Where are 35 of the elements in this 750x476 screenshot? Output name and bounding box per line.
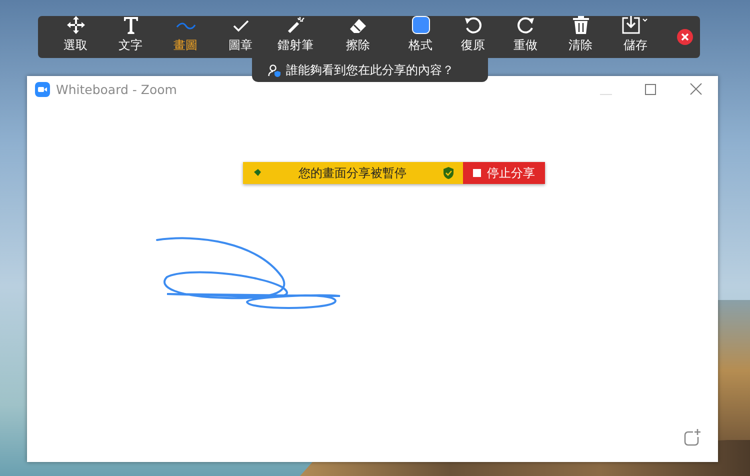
wave-line-icon	[176, 22, 196, 30]
tool-button[interactable]: 選取	[48, 17, 103, 57]
camera-logo-icon	[35, 82, 50, 96]
tool-button[interactable]: 復原	[448, 17, 498, 57]
tool-button[interactable]: 儲存	[608, 17, 663, 57]
close-button[interactable]	[677, 29, 693, 45]
person-shield-icon	[268, 64, 281, 76]
close-icon	[681, 33, 689, 41]
minimize-icon	[600, 94, 612, 95]
tool-button[interactable]: 圖章	[213, 17, 268, 57]
new-page-icon[interactable]	[684, 429, 701, 446]
stop-share-button[interactable]: 停止分享	[463, 162, 545, 184]
checkmark-icon	[232, 20, 248, 32]
close-icon	[690, 83, 702, 95]
download-tray-icon	[622, 16, 650, 34]
tool-button[interactable]: 格式	[393, 17, 448, 57]
shield-check-icon	[443, 167, 454, 179]
whiteboard-canvas[interactable]: 您的畫面分享被暫停 停止分享	[27, 102, 718, 462]
tool-button[interactable]: 鐳射筆	[268, 17, 323, 57]
banner-message: 您的畫面分享被暫停	[298, 164, 406, 182]
magic-wand-icon	[286, 16, 304, 34]
pin-icon	[252, 168, 262, 178]
redo-icon	[516, 16, 534, 34]
tool-button[interactable]: 清除	[553, 17, 608, 57]
maximize-icon	[645, 84, 656, 94]
stop-square-icon	[473, 169, 481, 177]
window-title: Whiteboard - Zoom	[56, 82, 177, 96]
tool-button[interactable]: 文字	[103, 17, 158, 57]
tool-button[interactable]: 畫圖	[158, 17, 213, 57]
square-swatch-icon	[412, 16, 430, 34]
undo-icon	[464, 16, 482, 34]
tool-button[interactable]: 擦除	[323, 17, 393, 57]
move-arrows-icon	[66, 16, 84, 34]
tool-button[interactable]: 重做	[498, 17, 553, 57]
text-t-icon	[122, 16, 138, 34]
